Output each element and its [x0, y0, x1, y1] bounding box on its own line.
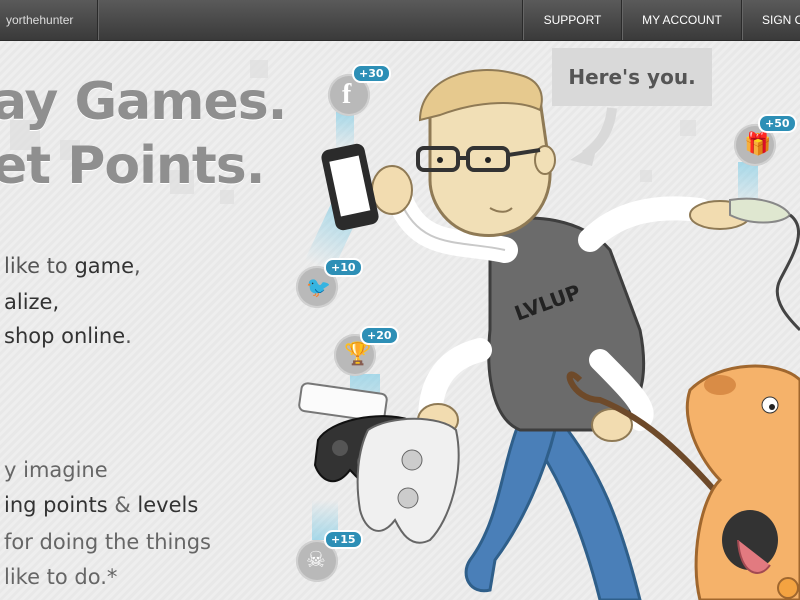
facebook-icon: f: [342, 79, 352, 110]
white-controller: [356, 417, 460, 544]
gift-points: +50: [758, 114, 797, 133]
skull-points: +15: [324, 530, 363, 549]
twitter-icon: 🐦: [306, 275, 331, 299]
gift-icon: 🎁: [744, 132, 772, 157]
twitter-points: +10: [324, 258, 363, 277]
trophy-icon: 🏆: [344, 342, 372, 367]
facebook-points: +30: [352, 64, 391, 83]
trophy-points: +20: [360, 326, 399, 345]
skull-icon: ☠: [306, 548, 326, 573]
speech-bubble: Here's you.: [552, 48, 712, 106]
